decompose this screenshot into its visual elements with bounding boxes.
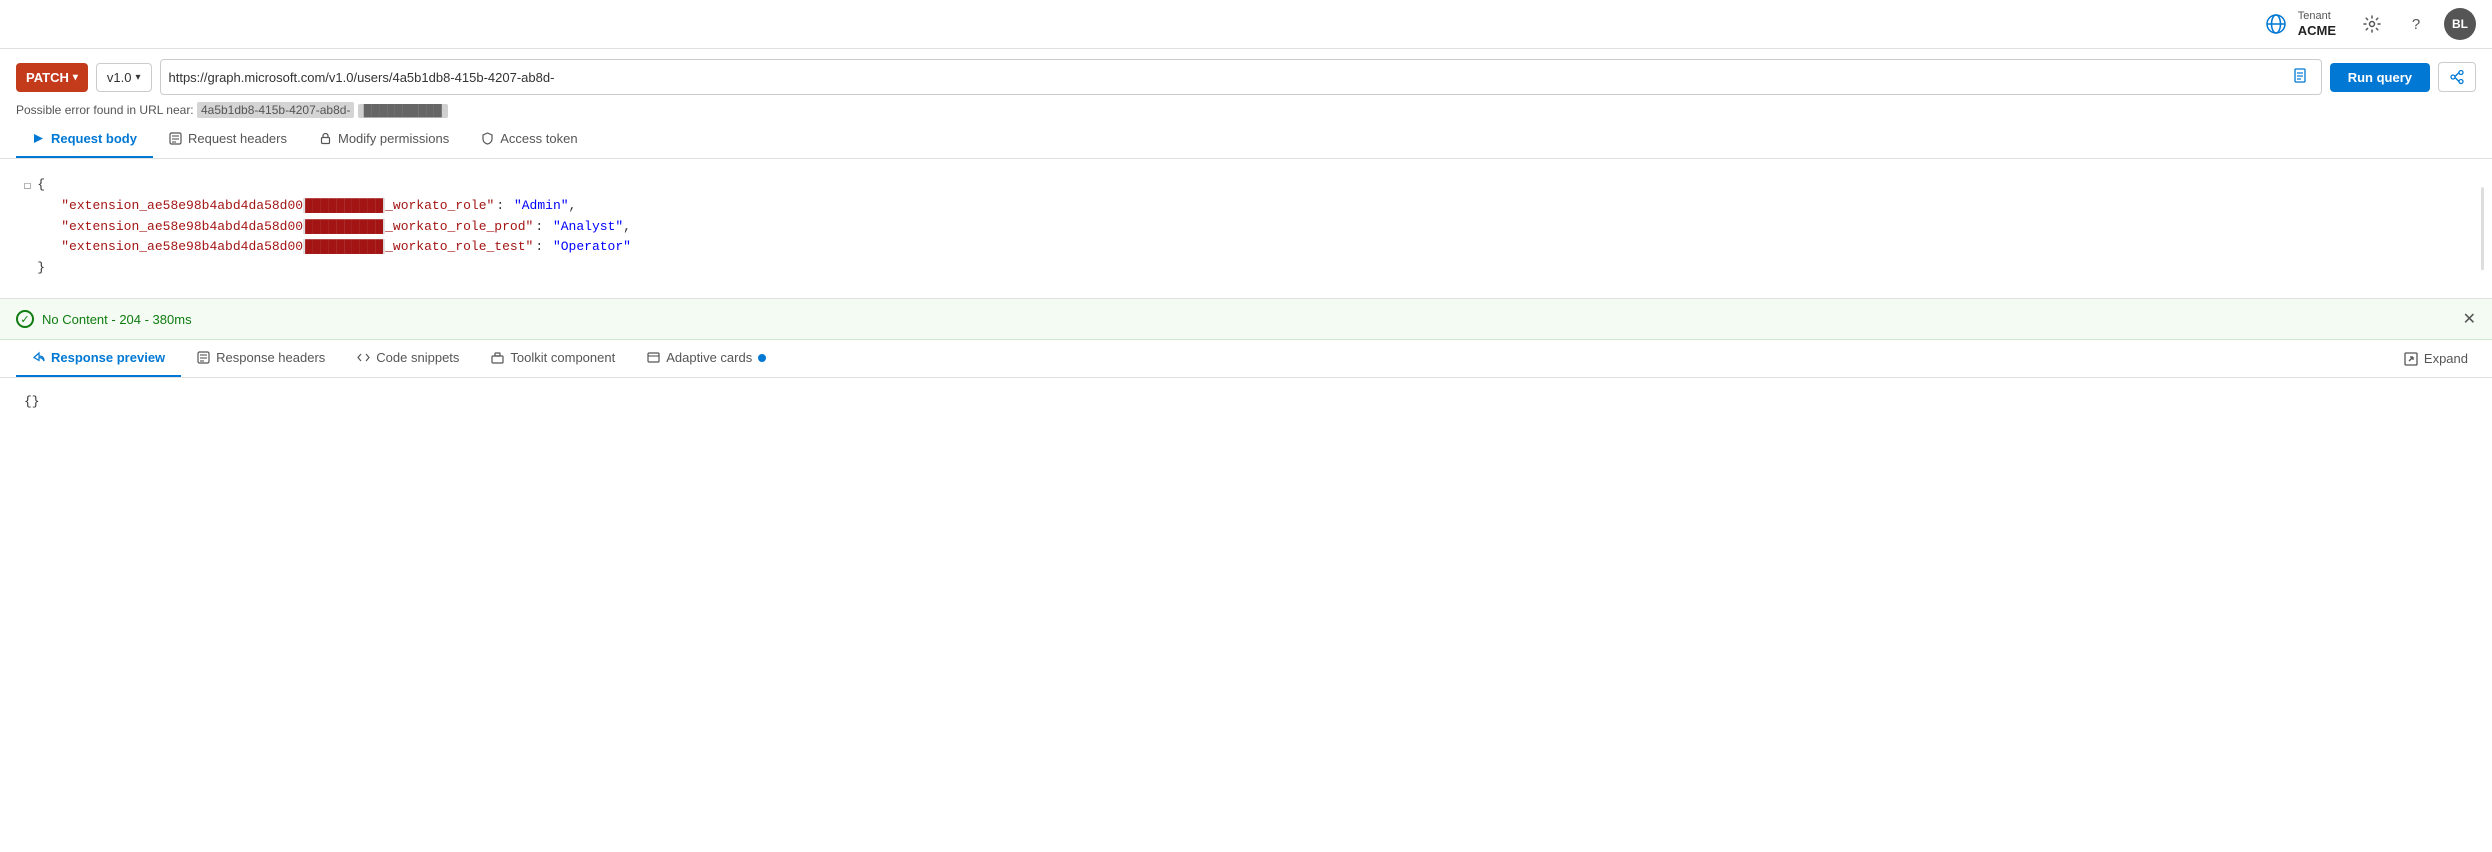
reply-icon: [32, 351, 45, 364]
code-line-1: "extension_ae58e98b4abd4da58d00█████████…: [37, 196, 2468, 217]
url-bar: PATCH ▾ v1.0 ▾ Run query: [0, 49, 2492, 101]
collapse-icon[interactable]: ☐: [24, 177, 31, 196]
url-input-wrap: [160, 59, 2322, 95]
code-line-2: "extension_ae58e98b4abd4da58d00█████████…: [37, 217, 2468, 238]
version-select[interactable]: v1.0 ▾: [96, 63, 152, 92]
globe-icon: [2262, 10, 2290, 38]
expand-icon: [2404, 352, 2418, 366]
toolkit-icon: [491, 351, 504, 364]
code-icon: [357, 351, 370, 364]
headers-icon: [169, 132, 182, 145]
headers-icon: [197, 351, 210, 364]
tenant-text: Tenant ACME: [2298, 10, 2336, 39]
redacted-key-1: ██████████: [303, 198, 385, 213]
tab-code-snippets-label: Code snippets: [376, 350, 459, 365]
tab-request-headers-label: Request headers: [188, 131, 287, 146]
share-button[interactable]: [2438, 62, 2476, 92]
code-content: { "extension_ae58e98b4abd4da58d00███████…: [37, 175, 2468, 279]
response-body: {}: [0, 378, 2492, 425]
tab-access-token[interactable]: Access token: [465, 121, 593, 158]
chevron-down-icon: ▾: [135, 72, 140, 83]
code-line-brace-open: {: [37, 175, 2468, 196]
status-ok: ✓ No Content - 204 - 380ms: [16, 310, 192, 328]
shield-icon: [481, 132, 494, 145]
code-collapse: ☐ { "extension_ae58e98b4abd4da58d00█████…: [24, 175, 2468, 279]
redacted-key-3: ██████████: [303, 239, 385, 254]
adaptive-cards-dot: [758, 354, 766, 362]
help-icon[interactable]: ?: [2400, 8, 2432, 40]
tab-code-snippets[interactable]: Code snippets: [341, 340, 475, 377]
tab-modify-permissions-label: Modify permissions: [338, 131, 449, 146]
url-error-highlight: 4a5b1db8-415b-4207-ab8d-: [197, 102, 354, 118]
cards-icon: [647, 351, 660, 364]
tab-request-headers[interactable]: Request headers: [153, 121, 303, 158]
redacted-segment: ██████████: [358, 104, 448, 118]
tab-response-preview[interactable]: Response preview: [16, 340, 181, 377]
avatar[interactable]: BL: [2444, 8, 2476, 40]
chevron-down-icon: ▾: [73, 72, 78, 83]
method-button[interactable]: PATCH ▾: [16, 63, 88, 92]
redacted-key-2: ██████████: [303, 219, 385, 234]
code-line-3: "extension_ae58e98b4abd4da58d00█████████…: [37, 237, 2468, 258]
run-query-button[interactable]: Run query: [2330, 63, 2430, 92]
arrow-right-icon: [32, 132, 45, 145]
code-line-brace-close: }: [37, 258, 2468, 279]
tab-toolkit-component-label: Toolkit component: [510, 350, 615, 365]
settings-icon[interactable]: [2356, 8, 2388, 40]
tenant-name: ACME: [2298, 23, 2336, 39]
request-tabs-bar: Request body Request headers Modify perm…: [0, 121, 2492, 159]
tab-access-token-label: Access token: [500, 131, 577, 146]
scrollbar[interactable]: [2481, 187, 2484, 270]
doc-icon[interactable]: [2289, 64, 2313, 91]
expand-label: Expand: [2424, 351, 2468, 366]
check-circle-icon: ✓: [16, 310, 34, 328]
url-input[interactable]: [169, 70, 2289, 85]
tab-response-headers[interactable]: Response headers: [181, 340, 341, 377]
tenant-info: Tenant ACME: [2262, 10, 2336, 39]
tab-response-headers-label: Response headers: [216, 350, 325, 365]
tenant-label: Tenant: [2298, 10, 2336, 23]
tab-toolkit-component[interactable]: Toolkit component: [475, 340, 631, 377]
tab-modify-permissions[interactable]: Modify permissions: [303, 121, 465, 158]
tab-adaptive-cards-label: Adaptive cards: [666, 350, 752, 365]
expand-button[interactable]: Expand: [2396, 341, 2476, 376]
lock-icon: [319, 132, 332, 145]
close-status-button[interactable]: ✕: [2463, 309, 2476, 329]
status-bar: ✓ No Content - 204 - 380ms ✕: [0, 299, 2492, 340]
tab-request-body[interactable]: Request body: [16, 121, 153, 158]
tab-adaptive-cards[interactable]: Adaptive cards: [631, 340, 782, 377]
status-text: No Content - 204 - 380ms: [42, 312, 192, 327]
code-area: ☐ { "extension_ae58e98b4abd4da58d00█████…: [0, 159, 2492, 299]
tab-request-body-label: Request body: [51, 131, 137, 146]
url-error: Possible error found in URL near: 4a5b1d…: [0, 101, 2492, 121]
top-bar: Tenant ACME ? BL: [0, 0, 2492, 49]
tab-response-preview-label: Response preview: [51, 350, 165, 365]
response-tabs-bar: Response preview Response headers Code s…: [0, 340, 2492, 378]
response-body-text: {}: [24, 394, 40, 409]
